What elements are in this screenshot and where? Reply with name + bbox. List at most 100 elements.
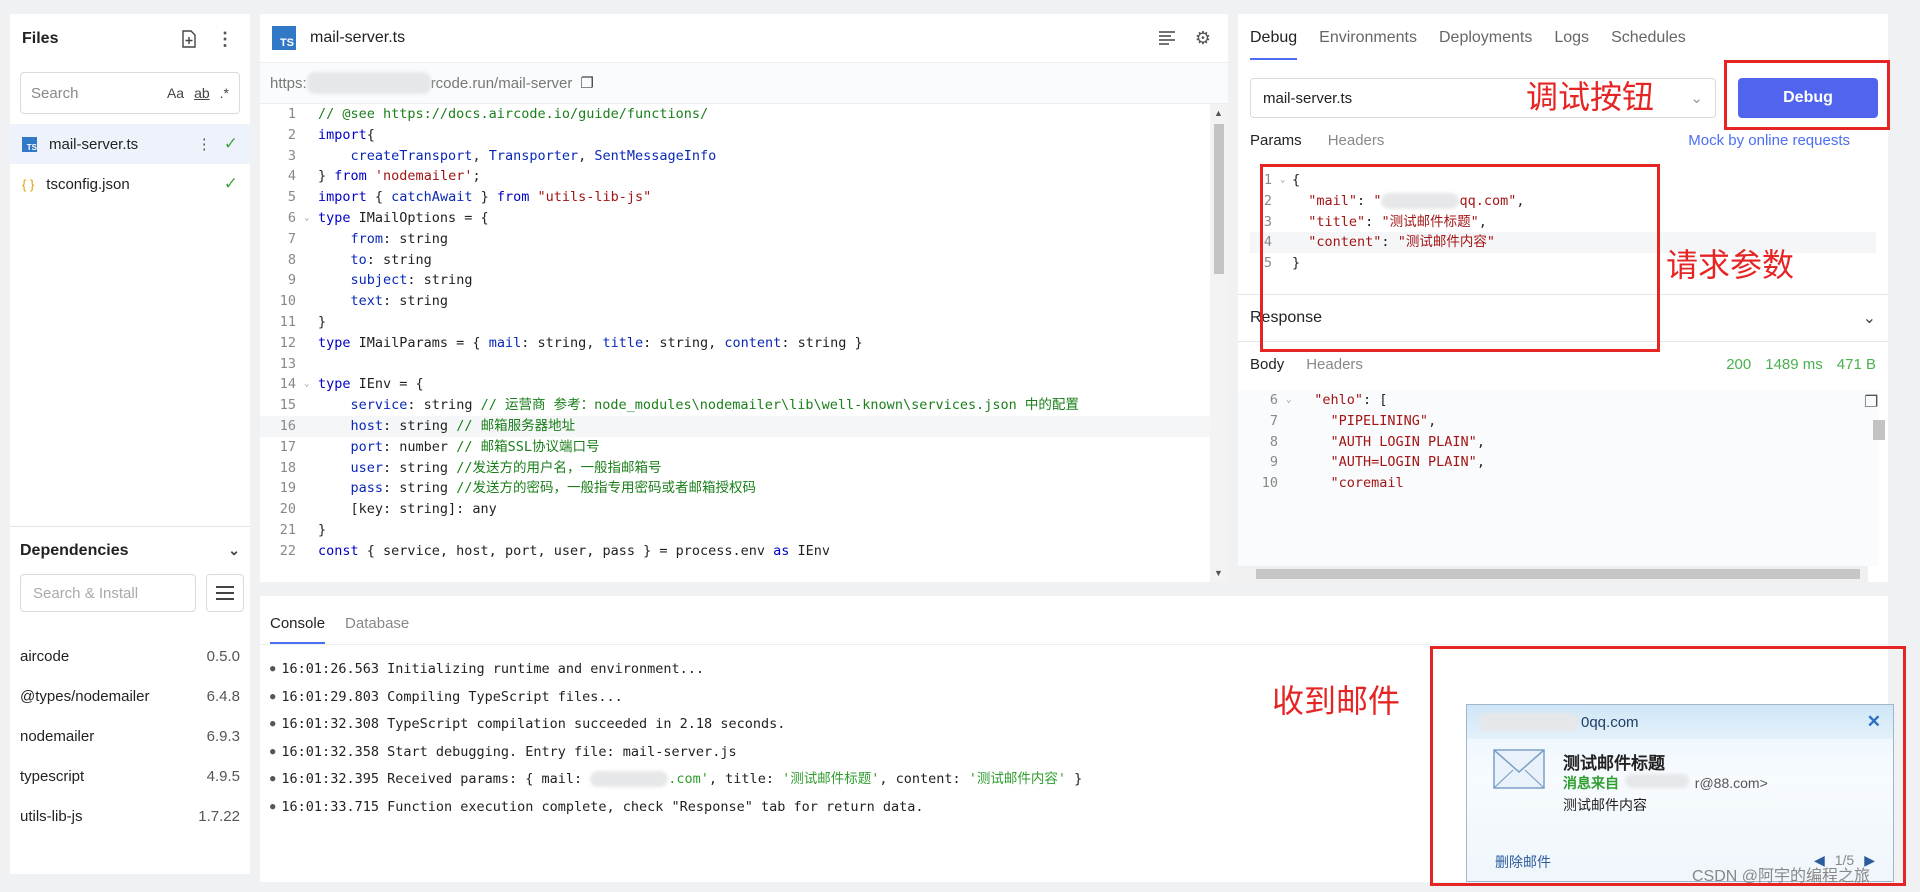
code-text: text: string	[312, 291, 449, 312]
code-text: to: string	[312, 250, 432, 271]
code-token: ;	[472, 168, 481, 185]
response-line: 6 ⌄ "ehlo": [	[1238, 390, 1878, 411]
delete-mail-link[interactable]: 删除邮件	[1495, 852, 1551, 872]
response-hscrollbar[interactable]	[1238, 566, 1868, 582]
code-line: 16 host: string // 邮箱服务器地址	[260, 415, 1210, 437]
file-item-mail-server[interactable]: TS mail-server.ts ⋮ ✓	[10, 124, 250, 164]
match-case-icon[interactable]: Aa	[167, 85, 184, 101]
dependency-name: aircode	[20, 647, 70, 665]
code-token: : number	[383, 438, 457, 455]
line-number: 17	[279, 438, 296, 455]
chevron-down-icon[interactable]: ⌄	[1863, 308, 1876, 328]
code-token: type	[318, 209, 351, 226]
line-number: 4	[287, 168, 296, 185]
dependency-name: nodemailer	[20, 727, 95, 745]
tab-response-headers[interactable]: Headers	[1306, 356, 1363, 373]
file-more-icon[interactable]: ⋮	[197, 135, 212, 153]
dependency-item[interactable]: nodemailer 6.9.3	[10, 716, 250, 756]
dependency-name: @types/nodemailer	[20, 687, 150, 705]
match-word-icon[interactable]: ab	[194, 85, 210, 101]
code-token: : string	[407, 397, 481, 414]
line-number: 3	[287, 147, 296, 164]
log-token: }	[1066, 771, 1083, 787]
tab-params[interactable]: Params	[1250, 132, 1302, 149]
code-token: SentMessageInfo	[594, 147, 717, 164]
outline-icon[interactable]	[1154, 25, 1180, 51]
settings-gear-icon[interactable]: ⚙	[1190, 25, 1216, 51]
dependency-name: typescript	[20, 767, 85, 785]
line-number: 7	[287, 230, 296, 247]
tab-debug[interactable]: Debug	[1250, 29, 1298, 60]
dependency-item[interactable]: typescript 4.9.5	[10, 756, 250, 796]
code-token: IMailOptions = {	[350, 209, 489, 226]
close-icon[interactable]: ✕	[1867, 712, 1881, 732]
fold-gutter	[304, 104, 312, 125]
code-editor[interactable]: 1 // @see https://docs.aircode.io/guide/f…	[260, 104, 1210, 582]
code-token: const	[318, 542, 359, 559]
menu-icon[interactable]	[206, 574, 244, 612]
scroll-down-icon[interactable]: ▼	[1214, 568, 1223, 578]
line-number: 10	[279, 293, 296, 310]
bullet-icon: ●	[270, 664, 276, 674]
response-scrollbar[interactable]	[1870, 390, 1888, 566]
code-line: 1 // @see https://docs.aircode.io/guide/f…	[260, 104, 1210, 125]
tab-logs[interactable]: Logs	[1554, 29, 1589, 47]
response-line: 9 "AUTH=LOGIN PLAIN",	[1238, 452, 1878, 473]
editor-panel: TS mail-server.ts ⚙ https: rcode.run/mai…	[260, 14, 1228, 582]
code-token: {	[366, 189, 392, 206]
scroll-up-icon[interactable]: ▲	[1214, 108, 1223, 118]
files-header: Files ⋮	[10, 14, 250, 64]
line-number: 1	[287, 106, 296, 122]
code-token: ,	[1428, 412, 1437, 429]
log-text: 16:01:32.395 Received params: { mail: .c…	[281, 766, 1082, 794]
code-text: host: string // 邮箱服务器地址	[312, 416, 576, 437]
log-entry: ● 16:01:26.563 Initializing runtime and e…	[270, 656, 1082, 684]
code-token: type	[318, 376, 351, 393]
files-search-input[interactable]: Search Aa ab .*	[20, 72, 240, 114]
fold-chevron-icon[interactable]: ⌄	[304, 374, 312, 395]
file-item-tsconfig[interactable]: { } tsconfig.json ✓	[10, 164, 250, 204]
dependency-search-input[interactable]: Search & Install	[20, 574, 196, 612]
mock-link[interactable]: Mock by online requests	[1688, 132, 1850, 149]
editor-scrollbar[interactable]: ▲ ▼	[1210, 104, 1228, 582]
typescript-file-icon: TS	[272, 26, 296, 50]
line-number: 7	[1269, 412, 1278, 429]
dependency-item[interactable]: @types/nodemailer 6.4.8	[10, 676, 250, 716]
more-vertical-icon[interactable]: ⋮	[212, 26, 238, 52]
tab-environments[interactable]: Environments	[1319, 29, 1417, 47]
code-line: 5 import { catchAwait } from "utils-lib-j…	[260, 187, 1210, 208]
code-text: createTransport, Transporter, SentMessag…	[312, 146, 717, 167]
fold-gutter	[304, 478, 312, 499]
regex-icon[interactable]: .*	[220, 85, 229, 101]
new-file-icon[interactable]	[176, 26, 202, 52]
response-body[interactable]: 6 ⌄ "ehlo": [7 "PIPELINING", 8 "AUTH LOGIN…	[1238, 390, 1878, 566]
fold-chevron-icon[interactable]: ⌄	[1286, 390, 1294, 411]
tab-schedules[interactable]: Schedules	[1611, 29, 1686, 47]
code-token: from	[496, 189, 530, 206]
tab-body[interactable]: Body	[1250, 356, 1284, 373]
tab-headers[interactable]: Headers	[1328, 132, 1385, 149]
notification-from: 消息来自 r@88.com>	[1563, 773, 1768, 793]
dependencies-header[interactable]: Dependencies ⌄	[10, 526, 250, 574]
fold-gutter	[1286, 411, 1294, 432]
editor-tab[interactable]: TS mail-server.ts ⚙	[260, 14, 1228, 63]
dependency-item[interactable]: aircode 0.5.0	[10, 636, 250, 676]
code-token: subject	[350, 272, 408, 289]
tab-database[interactable]: Database	[345, 615, 409, 644]
dependency-item[interactable]: utils-lib-js 1.7.22	[10, 796, 250, 836]
response-text: "PIPELINING",	[1294, 411, 1437, 432]
tab-deployments[interactable]: Deployments	[1439, 29, 1532, 47]
mail-notification[interactable]: 0qq.com ✕ 测试邮件标题 消息来自 r@88.com> 测试邮件内容 删…	[1466, 704, 1894, 882]
code-token: from	[334, 168, 367, 185]
function-url[interactable]: https: rcode.run/mail-server ❐	[260, 63, 1228, 104]
code-line: 15 service: string // 运营商 参考：node_module…	[260, 395, 1210, 416]
chevron-down-icon[interactable]: ⌄	[228, 542, 240, 559]
fold-chevron-icon[interactable]: ⌄	[304, 208, 312, 229]
code-line: 6 ⌄ type IMailOptions = {	[260, 208, 1210, 229]
code-token: ,	[578, 147, 595, 164]
tab-console[interactable]: Console	[270, 615, 326, 644]
copy-icon[interactable]: ❐	[580, 74, 593, 92]
log-token: 16:01:26.563 Initializing runtime and en…	[281, 661, 705, 677]
code-text: const { service, host, port, user, pass …	[312, 541, 830, 562]
